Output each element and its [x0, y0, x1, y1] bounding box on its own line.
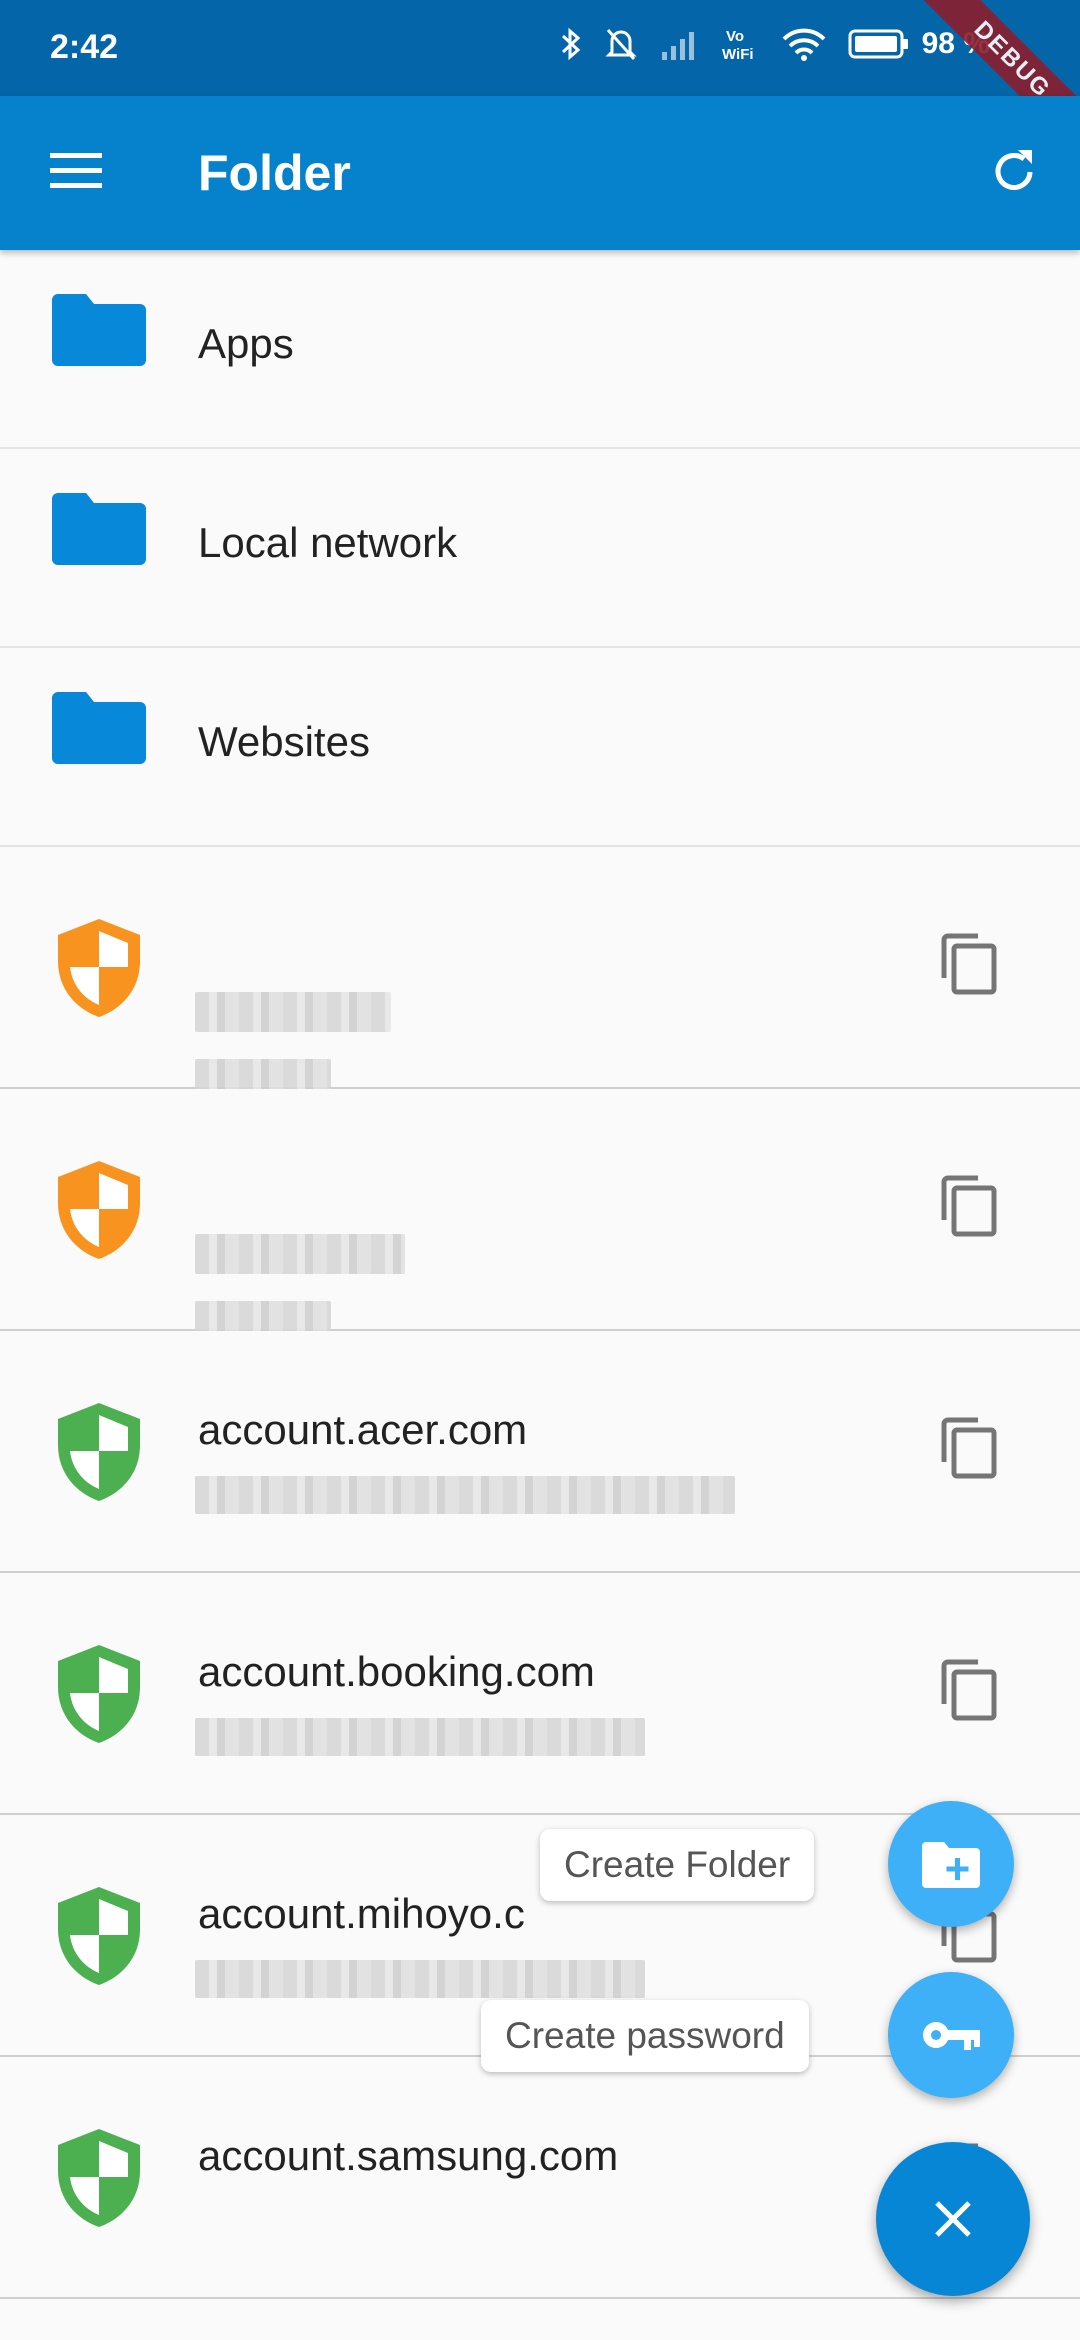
blurred-username — [195, 1301, 331, 1331]
shield-strong-icon — [58, 2129, 140, 2227]
shield-weak-icon — [58, 1161, 140, 1259]
shield-weak-icon — [58, 919, 140, 1017]
password-name: account.samsung.com — [198, 2132, 619, 2179]
password-name: account.acer.com — [198, 1406, 528, 1453]
folder-item-websites[interactable]: Websites — [0, 648, 1080, 847]
folder-label: Websites — [198, 718, 370, 765]
password-item[interactable] — [0, 847, 1080, 1089]
shield-strong-icon — [58, 1887, 140, 1985]
folder-item-apps[interactable]: Apps — [0, 250, 1080, 449]
svg-text:WiFi: WiFi — [722, 46, 754, 62]
shield-strong-icon — [58, 1403, 140, 1501]
password-name: account.mihoyo.c — [198, 1890, 525, 1937]
blurred-title — [195, 1234, 405, 1274]
close-icon — [935, 2201, 971, 2237]
status-bar: 2:42 Vo WiFi 98 % DEBUG — [0, 0, 1080, 159]
blurred-username — [195, 1960, 645, 1998]
app-bar: Folder — [0, 96, 1080, 250]
svg-text:Vo: Vo — [726, 28, 744, 45]
password-item[interactable] — [0, 1089, 1080, 1331]
vowifi-icon: Vo WiFi — [722, 28, 754, 62]
status-time: 2:42 — [50, 28, 119, 66]
create-folder-button[interactable] — [888, 1801, 1014, 1927]
folder-icon — [52, 294, 146, 366]
close-fab-button[interactable] — [876, 2142, 1030, 2296]
create-folder-icon — [922, 1842, 980, 1888]
create-password-label[interactable]: Create password — [481, 2000, 809, 2072]
copy-icon[interactable] — [938, 932, 998, 996]
bluetooth-icon — [561, 27, 580, 61]
password-name: account.booking.com — [198, 1648, 595, 1695]
copy-icon[interactable] — [938, 1658, 998, 1722]
page-title: Folder — [198, 145, 351, 201]
folder-label: Apps — [198, 320, 294, 367]
blurred-title — [195, 992, 391, 1032]
menu-icon[interactable] — [50, 151, 102, 191]
copy-icon[interactable] — [938, 1416, 998, 1480]
status-icons: Vo WiFi 98 % — [560, 26, 990, 62]
shield-strong-icon — [58, 1645, 140, 1743]
blurred-username — [195, 1059, 331, 1089]
create-folder-label[interactable]: Create Folder — [540, 1829, 815, 1901]
refresh-icon[interactable] — [988, 146, 1040, 198]
folder-icon — [52, 493, 146, 565]
signal-icon — [661, 32, 694, 60]
copy-icon[interactable] — [938, 1174, 998, 1238]
bell-muted-icon — [604, 28, 637, 61]
key-icon — [923, 2022, 980, 2050]
blurred-username — [195, 1718, 645, 1756]
folder-icon — [52, 692, 146, 764]
password-item[interactable]: account.acer.com — [0, 1331, 1080, 1573]
folder-label: Local network — [198, 519, 458, 566]
folder-item-local-network[interactable]: Local network — [0, 449, 1080, 648]
password-item[interactable]: account.booking.com — [0, 1573, 1080, 1815]
blurred-username — [195, 1476, 735, 1514]
wifi-icon — [782, 28, 826, 61]
battery-icon — [848, 29, 908, 59]
battery-percent: 98 % — [921, 27, 990, 60]
create-password-button[interactable] — [888, 1972, 1014, 2098]
